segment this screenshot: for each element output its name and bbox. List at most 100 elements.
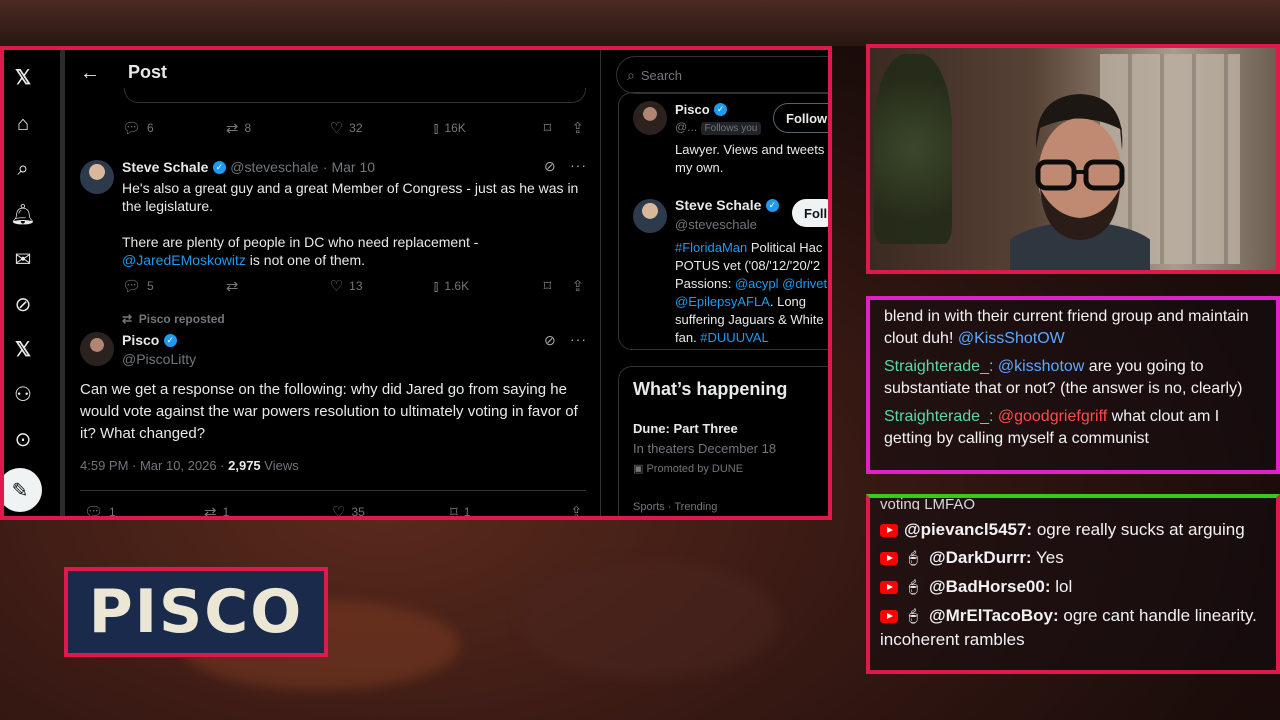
reply-button[interactable]: 💬︎ 6	[122, 119, 226, 137]
youtube-icon	[880, 610, 898, 624]
profile-name[interactable]: Pisco	[675, 102, 710, 117]
repost-button[interactable]: ⇄	[226, 277, 330, 295]
chat-overlay-top: blend in with their current friend group…	[866, 296, 1280, 474]
author-handle[interactable]: @steveschale	[230, 159, 318, 175]
like-button[interactable]: ♡ 35	[332, 503, 450, 516]
back-arrow-icon[interactable]: ←	[80, 62, 100, 85]
premium-icon[interactable]: 𝕏	[10, 336, 36, 362]
chat-message: 🍵︎ @MrElTacoBoy: ogre cant handle lineari…	[880, 604, 1266, 651]
profile-handle: @steveschale	[675, 217, 757, 232]
grok-icon[interactable]: ⊘	[544, 332, 556, 349]
mention-link[interactable]: @JaredEMoskowitz	[122, 252, 246, 268]
avatar[interactable]	[80, 332, 114, 366]
mention-link[interactable]: @drivet	[779, 276, 827, 291]
post-date[interactable]: · Mar 10	[323, 159, 375, 175]
search-input[interactable]: ⌕ Search	[616, 56, 828, 94]
share-button[interactable]: ⇪	[570, 503, 583, 516]
messages-icon[interactable]: ✉	[10, 246, 36, 272]
trend-category[interactable]: Sports · Trending	[633, 501, 717, 513]
follow-button[interactable]: Foll	[792, 199, 828, 227]
post-timestamp: 4:59 PM · Mar 10, 2026 · 2,975 Views	[80, 458, 299, 473]
bookmark-button[interactable]: ⌑	[543, 277, 571, 295]
grok-icon[interactable]: ⊘	[10, 291, 36, 317]
chat-username: @BadHorse00:	[929, 577, 1051, 597]
scrollbar[interactable]	[60, 50, 65, 516]
share-button[interactable]: ⇪	[571, 119, 584, 137]
reply-icon: 💬︎	[122, 120, 142, 137]
author-name[interactable]: Steve Schale	[122, 159, 208, 175]
following-button[interactable]: Followi	[773, 103, 831, 133]
youtube-icon	[880, 581, 898, 595]
post-column: ← Post 💬︎ 6 ⇄ 8 ♡ 32 ⫾ 16K ⌑ ⇪ Steve Schale …	[66, 50, 601, 516]
reply-action-bar: 💬︎ 5 ⇄ ♡ 13 ⫾ 1.6K ⌑ ⇪	[122, 276, 584, 296]
repost-icon: ⇄	[225, 120, 239, 137]
mention-link[interactable]: @acypl	[735, 276, 779, 291]
repost-button[interactable]: ⇄ 8	[226, 119, 330, 137]
hashtag-link[interactable]: #DUUUVAL	[700, 330, 768, 345]
views-button[interactable]: ⫾ 16K	[434, 120, 544, 137]
verified-badge-icon: ✓	[714, 103, 728, 117]
promoted-line: ▣ Promoted by DUNE	[633, 462, 743, 475]
cup-emote-icon: 🍵︎	[904, 579, 924, 597]
trend-title[interactable]: Dune: Part Three	[633, 421, 738, 436]
following-label: Followi	[786, 110, 831, 126]
bio-text: suffering Jaguars & White	[675, 312, 824, 327]
mention-link[interactable]: @EpilepsyAFLA	[675, 294, 770, 309]
bookmark-button[interactable]: ⌑	[543, 119, 571, 137]
like-button[interactable]: ♡ 32	[330, 119, 434, 137]
more-options-icon[interactable]: ···	[570, 331, 587, 347]
bookmark-button[interactable]: ⌑ 1	[450, 503, 570, 516]
like-button[interactable]: ♡ 13	[330, 277, 434, 295]
repost-count: 1	[222, 505, 230, 516]
profile-card: Pisco ✓ @... Follows you Followi Lawyer.…	[618, 92, 831, 350]
notifications-icon[interactable]: 🔔︎	[10, 201, 36, 227]
profile-name[interactable]: Steve Schale	[675, 197, 761, 213]
post-views-label: Views	[260, 458, 299, 473]
profile-handle: @...	[675, 120, 698, 134]
page-title: Post	[128, 62, 168, 82]
feather-icon: ✎	[11, 479, 29, 502]
compose-post-button[interactable]: ✎	[4, 468, 42, 512]
reply-button[interactable]: 💬︎ 1	[84, 503, 204, 516]
chart-icon: ⫾	[433, 277, 439, 295]
right-sidebar: ⌕ Search Pisco ✓ @... Follows you Follow…	[616, 50, 831, 516]
background-top	[0, 0, 1280, 46]
more-icon[interactable]: ⊙	[10, 426, 36, 452]
x-logo-icon[interactable]: 𝕏	[10, 64, 36, 90]
chat-partial-line: voting LMFAO	[880, 498, 976, 510]
avatar[interactable]	[633, 101, 667, 135]
grok-icon[interactable]: ⊘	[544, 158, 556, 175]
chat-message: 🍵︎ @DarkDurrr: Yes	[880, 546, 1266, 570]
share-icon: ⇪	[571, 120, 584, 137]
avatar[interactable]	[633, 199, 667, 233]
reply-button[interactable]: 💬︎ 5	[122, 277, 226, 295]
author-name[interactable]: Pisco	[122, 332, 159, 348]
repost-button[interactable]: ⇄ 1	[204, 503, 332, 516]
search-placeholder: Search	[640, 67, 683, 83]
streamer-figure	[1010, 94, 1150, 270]
search-icon[interactable]: ⌕	[10, 156, 36, 182]
chat-message: 🍵︎ @BadHorse00: lol	[880, 575, 1266, 599]
post-time[interactable]: 4:59 PM · Mar 10, 2026 ·	[80, 458, 228, 473]
repost-icon: ⇄	[122, 312, 133, 326]
chat-overlay-bottom: voting LMFAO @pievancl5457: ogre really …	[866, 494, 1280, 674]
verified-badge-icon: ✓	[212, 161, 226, 175]
chat-mention: @goodgriefgriff	[993, 408, 1108, 425]
chat-text: blend in with their current friend group…	[884, 308, 1249, 347]
views-button[interactable]: ⫾ 1.6K	[434, 278, 544, 295]
bookmark-count: 1	[463, 505, 471, 516]
bio-text: . Long	[769, 294, 807, 309]
like-count: 13	[349, 279, 363, 293]
x-window: 𝕏 ⌂ ⌕ 🔔︎ ✉ ⊘ 𝕏 ⚇ ⊙ ✎ ← Post 💬︎ 6 ⇄ 8 ♡ 32 ⫾…	[0, 46, 832, 520]
more-options-icon[interactable]: ···	[570, 157, 587, 173]
reply-paragraph: He's also a great guy and a great Member…	[122, 180, 579, 214]
author-handle[interactable]: @PiscoLitty	[122, 351, 196, 367]
home-icon[interactable]: ⌂	[10, 111, 36, 137]
nav-rail: 𝕏 ⌂ ⌕ 🔔︎ ✉ ⊘ 𝕏 ⚇ ⊙ ✎	[4, 50, 60, 516]
avatar[interactable]	[80, 160, 114, 194]
share-button[interactable]: ⇪	[571, 277, 584, 295]
bio-text: Political Hac	[747, 240, 823, 255]
hashtag-link[interactable]: #FloridaMan	[675, 240, 747, 255]
youtube-icon	[880, 552, 898, 566]
profile-icon[interactable]: ⚇	[10, 381, 36, 407]
